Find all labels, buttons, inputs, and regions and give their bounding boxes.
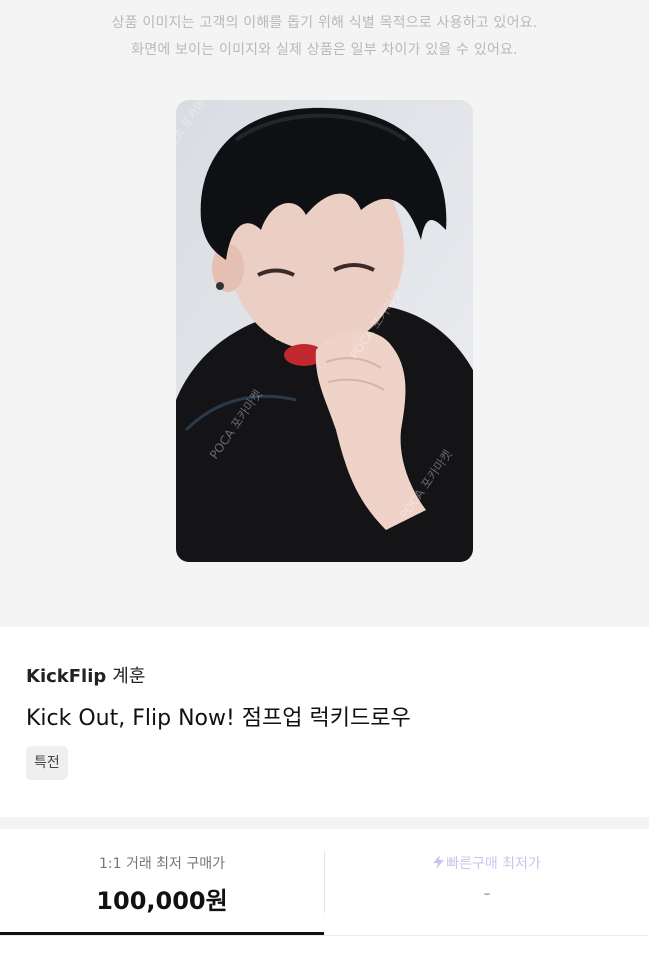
tab-fast-buy-price[interactable]: 빠른구매 최저가 - (325, 829, 649, 905)
member-name: 계훈 (112, 666, 146, 687)
image-notice-line-1: 상품 이미지는 고객의 이해를 돕기 위해 식별 목적으로 사용하고 있어요. (111, 15, 538, 31)
product-title: Kick Out, Flip Now! 점프업 럭키드로우 (26, 706, 411, 731)
one-on-one-price-label: 1:1 거래 최저 구매가 (98, 856, 226, 872)
image-notice-line-2: 화면에 보이는 이미지와 실제 상품은 일부 차이가 있을 수 있어요. (131, 42, 518, 58)
tab-bottom-border (0, 935, 649, 936)
photocard-illustration: POCA 포카마켓 POCA 포카마켓 POCA 포카마켓 POCA 포카마켓 (176, 100, 473, 562)
product-detail-page: 상품 이미지는 고객의 이해를 돕기 위해 식별 목적으로 사용하고 있어요. … (0, 0, 649, 960)
benefit-tag: 특전 (26, 746, 68, 780)
brand-name[interactable]: KickFlip (26, 666, 106, 687)
fast-buy-price-value: - (483, 881, 491, 905)
tab-one-on-one-price[interactable]: 1:1 거래 최저 구매가 100,000원 (0, 829, 324, 916)
section-divider (0, 817, 649, 829)
one-on-one-price-value: 100,000원 (96, 887, 228, 915)
lightning-icon (433, 855, 445, 873)
fast-buy-price-label: 빠른구매 최저가 (446, 856, 541, 872)
product-photocard-image[interactable]: POCA 포카마켓 POCA 포카마켓 POCA 포카마켓 POCA 포카마켓 (176, 100, 473, 562)
brand-member-line: KickFlip 계훈 (26, 662, 145, 688)
